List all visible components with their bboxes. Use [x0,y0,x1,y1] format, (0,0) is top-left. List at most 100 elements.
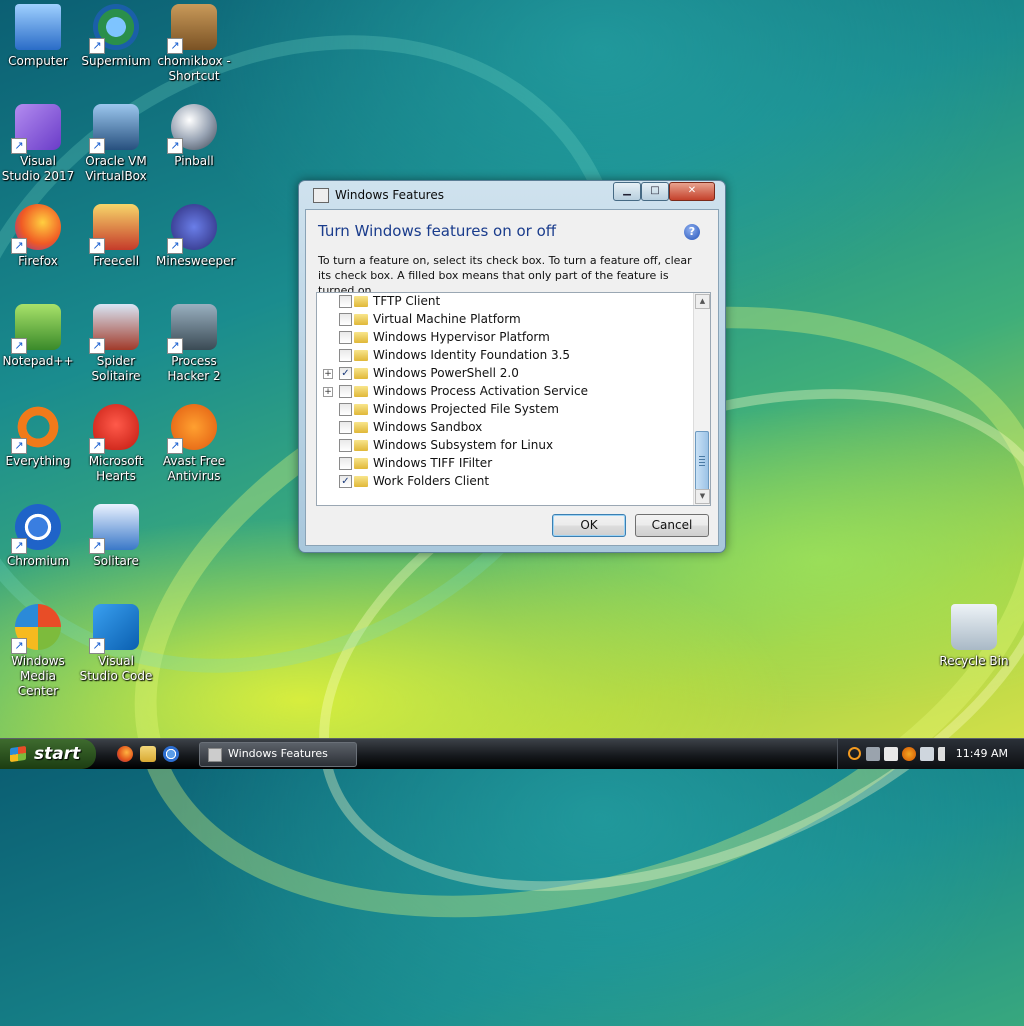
feature-checkbox[interactable] [339,457,352,470]
feature-row[interactable]: Virtual Machine Platform [317,311,692,329]
taskbar-button-windows-features[interactable]: Windows Features [199,742,357,767]
chomikbox-icon: ↗ [167,4,217,54]
desktop-vscode-shortcut[interactable]: ↗ Visual Studio Code [78,604,154,684]
notepadpp-icon: ↗ [11,304,61,354]
shortcut-arrow-icon: ↗ [11,438,27,454]
feature-checkbox[interactable] [339,403,352,416]
folder-icon [354,458,368,469]
desktop-spider-solitaire-shortcut[interactable]: ↗ Spider Solitaire [78,304,154,384]
shortcut-arrow-icon: ↗ [89,638,105,654]
desktop-freecell-shortcut[interactable]: ↗ Freecell [78,204,154,269]
process-hacker-icon: ↗ [167,304,217,354]
display-icon[interactable] [920,747,934,761]
scroll-down-button[interactable]: ▼ [695,489,710,504]
feature-checkbox[interactable] [339,295,352,308]
clock[interactable]: 11:49 AM [956,747,1008,760]
desktop-icon-label: Windows Media Center [11,654,65,698]
firefox-quicklaunch-icon[interactable] [117,746,133,762]
shortcut-arrow-icon: ↗ [11,238,27,254]
folder-icon [354,404,368,415]
avast-icon: ↗ [167,404,217,454]
desktop-notepadpp-shortcut[interactable]: ↗ Notepad++ [0,304,76,369]
shortcut-arrow-icon: ↗ [11,138,27,154]
folder-icon [354,440,368,451]
desktop-icon-label: Oracle VM VirtualBox [85,154,147,183]
desktop-solitaire-shortcut[interactable]: ↗ Solitare [78,504,154,569]
desktop-chromium-shortcut[interactable]: ↗ Chromium [0,504,76,569]
feature-checkbox[interactable] [339,439,352,452]
desktop-everything-shortcut[interactable]: ↗ Everything [0,404,76,469]
folder-icon [354,332,368,343]
feature-checkbox[interactable]: ✓ [339,475,352,488]
shortcut-arrow-icon: ↗ [89,538,105,554]
minimize-button[interactable]: ▁ [613,182,641,201]
network-icon[interactable] [866,747,880,761]
feature-row[interactable]: Windows Hypervisor Platform [317,329,692,347]
expand-icon[interactable]: + [323,369,333,379]
desktop-icon-label: Minesweeper [156,254,236,268]
folder-icon [354,476,368,487]
feature-checkbox[interactable] [339,313,352,326]
feature-label: Windows PowerShell 2.0 [373,366,519,380]
desktop-icon-label: Pinball [174,154,214,168]
feature-checkbox[interactable] [339,349,352,362]
features-tree[interactable]: TFTP Client Virtual Machine Platform Windo… [316,292,711,506]
feature-checkbox[interactable] [339,421,352,434]
feature-row[interactable]: Windows Projected File System [317,401,692,419]
desktop-recycle-bin-shortcut[interactable]: Recycle Bin [936,604,1012,669]
shortcut-arrow-icon: ↗ [11,538,27,554]
desktop-icon-label: Supermium [81,54,151,68]
feature-checkbox[interactable]: ✓ [339,367,352,380]
desktop-virtualbox-shortcut[interactable]: ↗ Oracle VM VirtualBox [78,104,154,184]
feature-checkbox[interactable] [339,385,352,398]
feature-row[interactable]: Windows Identity Foundation 3.5 [317,347,692,365]
minesweeper-icon: ↗ [167,204,217,254]
avast-tray-icon[interactable] [902,747,916,761]
desktop-avast-shortcut[interactable]: ↗ Avast Free Antivirus [156,404,232,484]
feature-row[interactable]: TFTP Client [317,293,692,311]
feature-row[interactable]: ✓ Work Folders Client [317,473,692,491]
shortcut-arrow-icon: ↗ [89,38,105,54]
desktop-icon-label: Spider Solitaire [91,354,141,383]
expand-icon[interactable]: + [323,387,333,397]
cancel-button[interactable]: Cancel [635,514,709,537]
windows-features-dialog: Windows Features ▁ □ ✕ Turn Windows feat… [298,180,726,553]
feature-row[interactable]: Windows Subsystem for Linux [317,437,692,455]
dialog-client-area: Turn Windows features on or off ? To tur… [305,209,719,546]
desktop-media-center-shortcut[interactable]: ↗ Windows Media Center [0,604,76,699]
scroll-up-button[interactable]: ▲ [695,294,710,309]
start-button[interactable]: start [0,739,96,769]
desktop-minesweeper-shortcut[interactable]: ↗ Minesweeper [156,204,236,269]
desktop-pinball-shortcut[interactable]: ↗ Pinball [156,104,232,169]
feature-row[interactable]: Windows TIFF IFilter [317,455,692,473]
feature-row[interactable]: Windows Sandbox [317,419,692,437]
action-center-icon[interactable] [884,747,898,761]
search-icon[interactable] [848,747,861,760]
desktop-process-hacker-shortcut[interactable]: ↗ Process Hacker 2 [156,304,232,384]
desktop-hearts-shortcut[interactable]: ↗ Microsoft Hearts [78,404,154,484]
feature-checkbox[interactable] [339,331,352,344]
features-scrollbar[interactable]: ▲ ▼ [693,293,710,505]
desktop-computer-shortcut[interactable]: Computer [0,4,76,69]
chromium-quicklaunch-icon[interactable] [163,746,179,762]
desktop-supermium-shortcut[interactable]: ↗ Supermium [78,4,154,69]
desktop-visual-studio-2017-shortcut[interactable]: ↗ Visual Studio 2017 [0,104,76,184]
feature-row[interactable]: + ✓ Windows PowerShell 2.0 [317,365,692,383]
close-button[interactable]: ✕ [669,182,715,201]
dialog-heading: Turn Windows features on or off [318,222,557,240]
explorer-quicklaunch-icon[interactable] [140,746,156,762]
dialog-titlebar[interactable]: Windows Features ▁ □ ✕ [299,181,725,209]
vscode-icon: ↗ [89,604,139,654]
feature-label: Virtual Machine Platform [373,312,521,326]
help-icon[interactable]: ? [684,224,700,240]
feature-row[interactable]: + Windows Process Activation Service [317,383,692,401]
desktop-firefox-shortcut[interactable]: ↗ Firefox [0,204,76,269]
spider-solitaire-icon: ↗ [89,304,139,354]
volume-muted-icon[interactable] [938,747,952,761]
desktop-chomikbox-shortcut[interactable]: ↗ chomikbox - Shortcut [156,4,232,84]
desktop-icon-label: Chromium [6,554,70,568]
scroll-thumb[interactable] [695,431,709,495]
ok-button[interactable]: OK [552,514,626,537]
maximize-button[interactable]: □ [641,182,669,201]
scroll-grip-icon [699,456,705,466]
